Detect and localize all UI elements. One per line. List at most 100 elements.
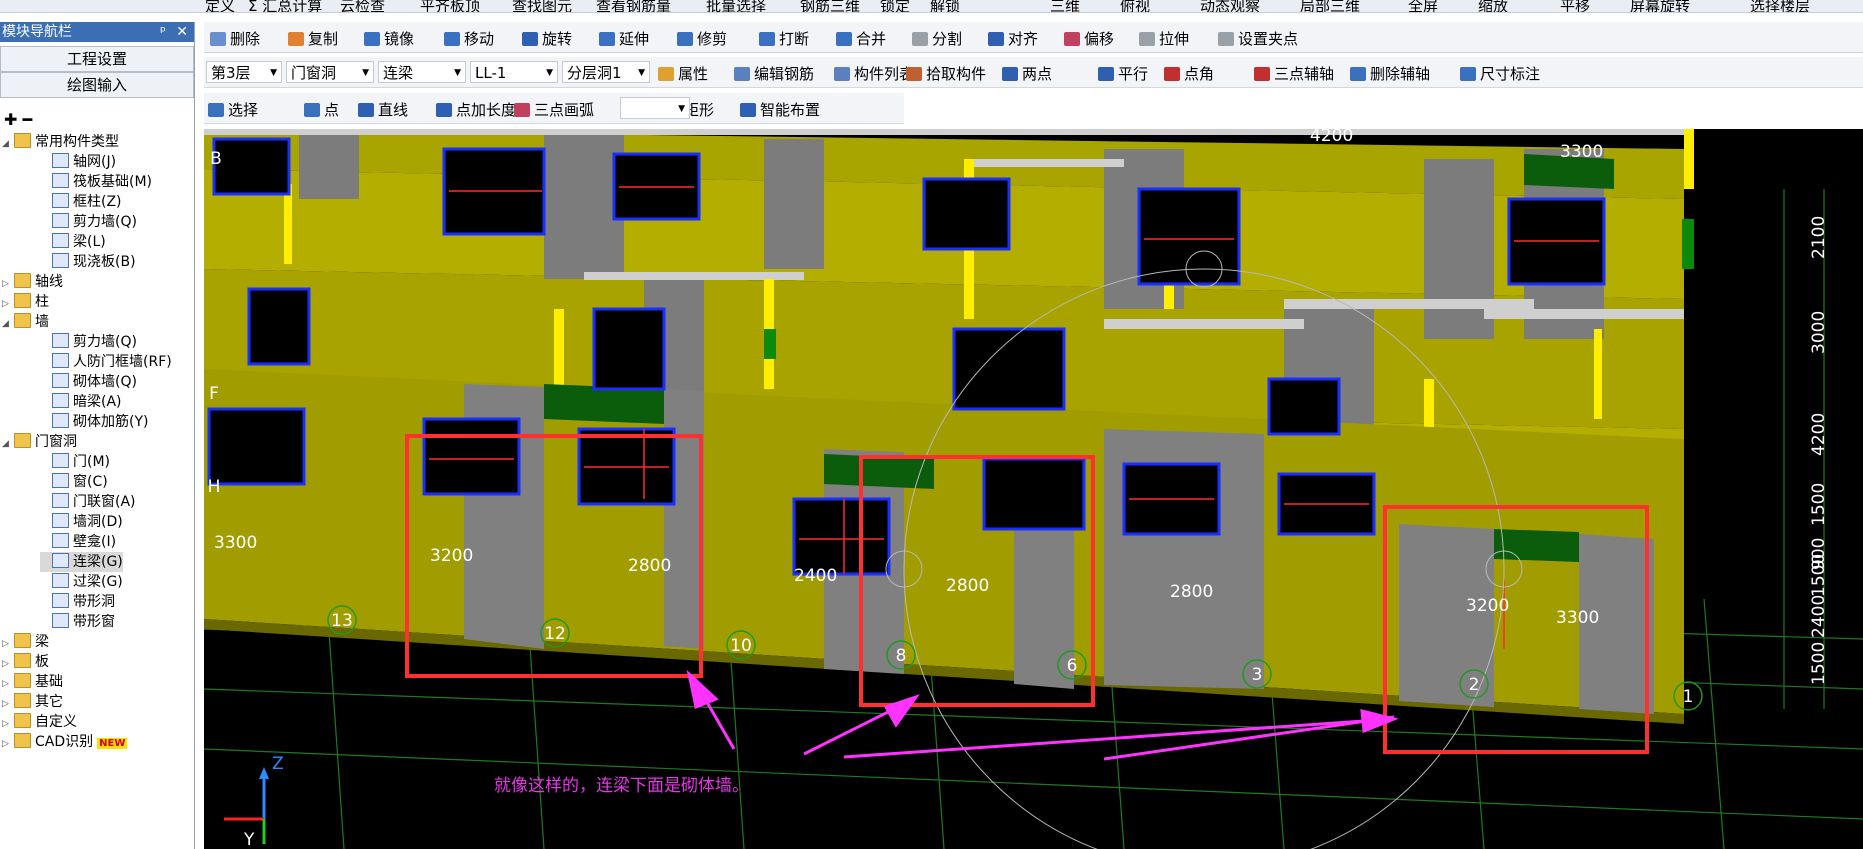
tree-item[interactable]: 砌体墙(Q) bbox=[40, 372, 137, 392]
toolbar-button[interactable]: 镜像 bbox=[364, 28, 414, 49]
tree-folder[interactable]: ▷ 其它 bbox=[2, 692, 63, 712]
toolbar-button[interactable]: 旋转 bbox=[522, 28, 572, 49]
tree-folder[interactable]: ◢ 墙 bbox=[2, 312, 49, 332]
tree-item[interactable]: 轴网(J) bbox=[40, 152, 116, 172]
tree-item[interactable]: 砌体加筋(Y) bbox=[40, 412, 148, 432]
tree-item[interactable]: 剪力墙(Q) bbox=[40, 332, 137, 352]
toolbar-button[interactable]: 选择 bbox=[208, 99, 258, 120]
expand-toggle-icon[interactable]: ◢ bbox=[2, 134, 14, 154]
toolbar-button[interactable]: 设置夹点 bbox=[1218, 28, 1298, 49]
tree-item[interactable]: 墙洞(D) bbox=[40, 512, 123, 532]
tree-folder[interactable]: ▷ 基础 bbox=[2, 672, 63, 692]
toolbar-button[interactable]: 点加长度 bbox=[436, 99, 516, 120]
expand-toggle-icon[interactable]: ▷ bbox=[2, 734, 14, 754]
tree-folder[interactable]: ◢ 常用构件类型 bbox=[2, 132, 119, 152]
pin-icon[interactable]: ᵖ bbox=[160, 22, 166, 42]
toolbar-button[interactable]: 编辑钢筋 bbox=[734, 63, 814, 84]
toolbar-button[interactable]: 偏移 bbox=[1064, 28, 1114, 49]
draw-mode-select[interactable]: ▼ bbox=[620, 97, 690, 119]
toolbar-button[interactable]: 分割 bbox=[912, 28, 962, 49]
expand-toggle-icon[interactable]: ▷ bbox=[2, 654, 14, 674]
tree-item[interactable]: 窗(C) bbox=[40, 472, 108, 492]
tree-item[interactable]: 暗梁(A) bbox=[40, 392, 122, 412]
tree-folder[interactable]: ▷ CAD识别 NEW bbox=[2, 732, 128, 754]
tree-item[interactable]: 框柱(Z) bbox=[40, 192, 122, 212]
toolbar-button[interactable]: 修剪 bbox=[677, 28, 727, 49]
toolbar-button[interactable]: 三点辅轴 bbox=[1254, 63, 1334, 84]
toolbar-button[interactable]: 点角 bbox=[1164, 63, 1214, 84]
tree-item[interactable]: 梁(L) bbox=[40, 232, 106, 252]
tree-item[interactable]: 筏板基础(M) bbox=[40, 172, 152, 192]
type-select[interactable]: 连梁 ▼ bbox=[378, 61, 466, 83]
menu-item[interactable]: 俯视 bbox=[1120, 0, 1150, 12]
drawing-input-button[interactable]: 绘图输入 bbox=[0, 72, 194, 98]
tree-item[interactable]: 过梁(G) bbox=[40, 572, 123, 592]
tree-item[interactable]: 门(M) bbox=[40, 452, 110, 472]
toolbar-button[interactable]: 两点 bbox=[1002, 63, 1052, 84]
tree-expand-collapse-icon[interactable]: ✚ ━ bbox=[4, 110, 32, 129]
expand-toggle-icon[interactable]: ▷ bbox=[2, 634, 14, 654]
menu-item[interactable]: 三维 bbox=[1050, 0, 1080, 12]
toolbar-button[interactable]: 尺寸标注 bbox=[1460, 63, 1540, 84]
menu-item[interactable]: 平移 bbox=[1560, 0, 1590, 12]
toolbar-button[interactable]: 构件列表 bbox=[834, 63, 914, 84]
toolbar-button[interactable]: 合并 bbox=[836, 28, 886, 49]
expand-toggle-icon[interactable]: ▷ bbox=[2, 694, 14, 714]
tree-item[interactable]: 壁龛(I) bbox=[40, 532, 116, 552]
tree-item[interactable]: 人防门框墙(RF) bbox=[40, 352, 172, 372]
tree-item[interactable]: 剪力墙(Q) bbox=[40, 212, 137, 232]
toolbar-button[interactable]: 移动 bbox=[444, 28, 494, 49]
toolbar-button[interactable]: 延伸 bbox=[599, 28, 649, 49]
layer-select[interactable]: 分层洞1 ▼ bbox=[562, 61, 650, 83]
toolbar-button[interactable]: 对齐 bbox=[988, 28, 1038, 49]
toolbar-button[interactable]: 三点画弧 bbox=[514, 99, 594, 120]
menu-item[interactable]: 选择楼层 bbox=[1750, 0, 1810, 12]
tree-folder[interactable]: ▷ 板 bbox=[2, 652, 49, 672]
menu-item[interactable]: 批量选择 bbox=[706, 0, 766, 12]
tree-folder[interactable]: ▷ 梁 bbox=[2, 632, 49, 652]
toolbar-button[interactable]: 智能布置 bbox=[740, 99, 820, 120]
expand-toggle-icon[interactable]: ◢ bbox=[2, 434, 14, 454]
tree-item[interactable]: 带形洞 bbox=[40, 592, 115, 612]
project-settings-button[interactable]: 工程设置 bbox=[0, 46, 194, 72]
menu-item[interactable]: 平齐板顶 bbox=[420, 0, 480, 12]
expand-toggle-icon[interactable]: ▷ bbox=[2, 714, 14, 734]
menu-item[interactable]: 云检查 bbox=[340, 0, 385, 12]
tree-folder[interactable]: ▷ 自定义 bbox=[2, 712, 77, 732]
tree-item[interactable]: 带形窗 bbox=[40, 612, 115, 632]
toolbar-button[interactable]: 拉伸 bbox=[1139, 28, 1189, 49]
menu-item[interactable]: 局部三维 bbox=[1300, 0, 1360, 12]
toolbar-button[interactable]: 复制 bbox=[288, 28, 338, 49]
toolbar-button[interactable]: 打断 bbox=[759, 28, 809, 49]
toolbar-button[interactable]: 属性 bbox=[658, 63, 708, 84]
menu-item[interactable]: Σ 汇总计算 bbox=[248, 0, 322, 12]
tree-folder[interactable]: ◢ 门窗洞 bbox=[2, 432, 77, 452]
expand-toggle-icon[interactable]: ▷ bbox=[2, 274, 14, 294]
tree-folder[interactable]: ▷ 轴线 bbox=[2, 272, 63, 292]
expand-toggle-icon[interactable]: ▷ bbox=[2, 674, 14, 694]
menu-item[interactable]: 动态观察 bbox=[1200, 0, 1260, 12]
toolbar-button[interactable]: 平行 bbox=[1098, 63, 1148, 84]
expand-toggle-icon[interactable]: ▷ bbox=[2, 294, 14, 314]
tree-folder[interactable]: ▷ 柱 bbox=[2, 292, 49, 312]
tree-item[interactable]: 门联窗(A) bbox=[40, 492, 136, 512]
menu-item[interactable]: 解锁 bbox=[930, 0, 960, 12]
menu-item[interactable]: 钢筋三维 bbox=[800, 0, 860, 12]
menu-item[interactable]: 查找图元 bbox=[512, 0, 572, 12]
floor-select[interactable]: 第3层 ▼ bbox=[206, 61, 282, 83]
menu-item[interactable]: 全屏 bbox=[1408, 0, 1438, 12]
toolbar-button[interactable]: 拾取构件 bbox=[906, 63, 986, 84]
toolbar-button[interactable]: 直线 bbox=[358, 99, 408, 120]
menu-item[interactable]: 查看钢筋量 bbox=[596, 0, 671, 12]
close-icon[interactable]: ✕ bbox=[176, 22, 188, 42]
expand-toggle-icon[interactable]: ◢ bbox=[2, 314, 14, 334]
toolbar-button[interactable]: 删除 bbox=[210, 28, 260, 49]
tree-item[interactable]: 现浇板(B) bbox=[40, 252, 136, 272]
menu-item[interactable]: 缩放 bbox=[1478, 0, 1508, 12]
category-select[interactable]: 门窗洞 ▼ bbox=[286, 61, 374, 83]
3d-viewport[interactable]: 1500420033003300320028002400280028003300… bbox=[204, 129, 1863, 849]
menu-item[interactable]: 定义 bbox=[205, 0, 235, 12]
menu-item[interactable]: 锁定 bbox=[880, 0, 910, 12]
menu-item[interactable]: 屏幕旋转 bbox=[1630, 0, 1690, 12]
toolbar-button[interactable]: 点 bbox=[304, 99, 339, 120]
